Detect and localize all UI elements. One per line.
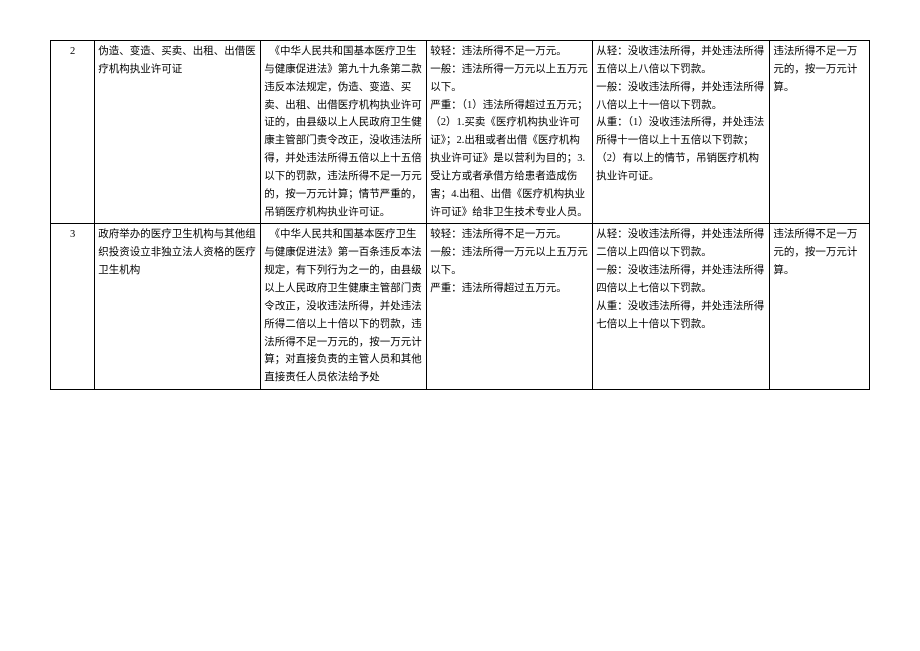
cell-basis: 《中华人民共和国基本医疗卫生与健康促进法》第九十九条第二款违反本法规定，伪造、变… — [261, 41, 427, 224]
regulation-table: 2 伪造、变造、买卖、出租、出借医疗机构执业许可证 《中华人民共和国基本医疗卫生… — [50, 40, 870, 390]
cell-penalty: 从轻：没收违法所得，并处违法所得五倍以上八倍以下罚款。一般：没收违法所得，并处违… — [593, 41, 770, 224]
cell-violation: 伪造、变造、买卖、出租、出借医疗机构执业许可证 — [95, 41, 261, 224]
row-number: 3 — [51, 224, 95, 390]
table-row: 3 政府举办的医疗卫生机构与其他组织投资设立非独立法人资格的医疗卫生机构 《中华… — [51, 224, 870, 390]
cell-basis: 《中华人民共和国基本医疗卫生与健康促进法》第一百条违反本法规定，有下列行为之一的… — [261, 224, 427, 390]
row-number: 2 — [51, 41, 95, 224]
cell-severity: 较轻：违法所得不足一万元。一般：违法所得一万元以上五万元以下。严重：违法所得超过… — [427, 224, 593, 390]
cell-note: 违法所得不足一万元的，按一万元计算。 — [770, 41, 870, 224]
cell-penalty: 从轻：没收违法所得，并处违法所得二倍以上四倍以下罚款。一般：没收违法所得，并处违… — [593, 224, 770, 390]
cell-note: 违法所得不足一万元的，按一万元计算。 — [770, 224, 870, 390]
table-row: 2 伪造、变造、买卖、出租、出借医疗机构执业许可证 《中华人民共和国基本医疗卫生… — [51, 41, 870, 224]
cell-severity: 较轻：违法所得不足一万元。一般：违法所得一万元以上五万元以下。严重：（1）违法所… — [427, 41, 593, 224]
cell-violation: 政府举办的医疗卫生机构与其他组织投资设立非独立法人资格的医疗卫生机构 — [95, 224, 261, 390]
